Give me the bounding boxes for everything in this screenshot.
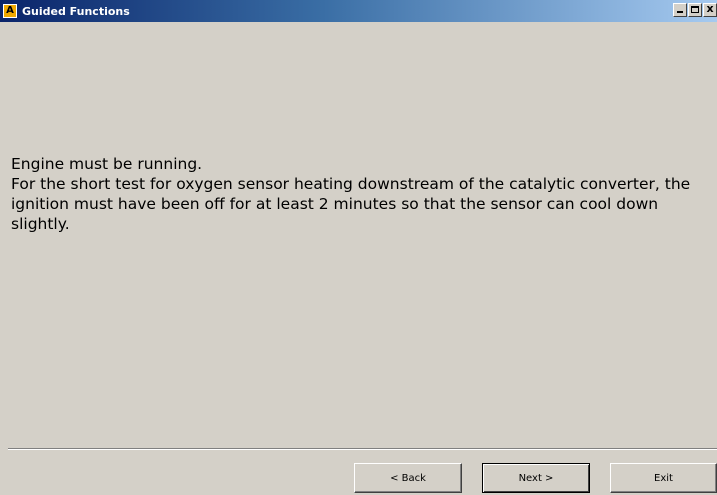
- close-icon: x: [706, 2, 714, 15]
- window-controls: x: [673, 3, 717, 17]
- exit-button[interactable]: Exit: [610, 463, 717, 493]
- minimize-button[interactable]: [673, 3, 687, 17]
- title-bar[interactable]: A Guided Functions x: [0, 0, 717, 22]
- instruction-line-oxygen-sensor: For the short test for oxygen sensor hea…: [11, 175, 691, 233]
- close-button[interactable]: x: [703, 3, 717, 17]
- minimize-icon: [677, 11, 683, 13]
- back-button[interactable]: < Back: [354, 463, 462, 493]
- separator: [8, 448, 717, 450]
- guided-functions-window: A Guided Functions x Engine must be runn…: [0, 0, 717, 495]
- maximize-button[interactable]: [688, 3, 702, 17]
- instruction-text: Engine must be running. For the short te…: [11, 154, 706, 234]
- instruction-line-engine-running: Engine must be running.: [11, 155, 203, 173]
- app-icon[interactable]: A: [3, 4, 17, 18]
- next-button[interactable]: Next >: [482, 463, 590, 493]
- window-title: Guided Functions: [22, 4, 130, 18]
- maximize-icon: [691, 6, 699, 13]
